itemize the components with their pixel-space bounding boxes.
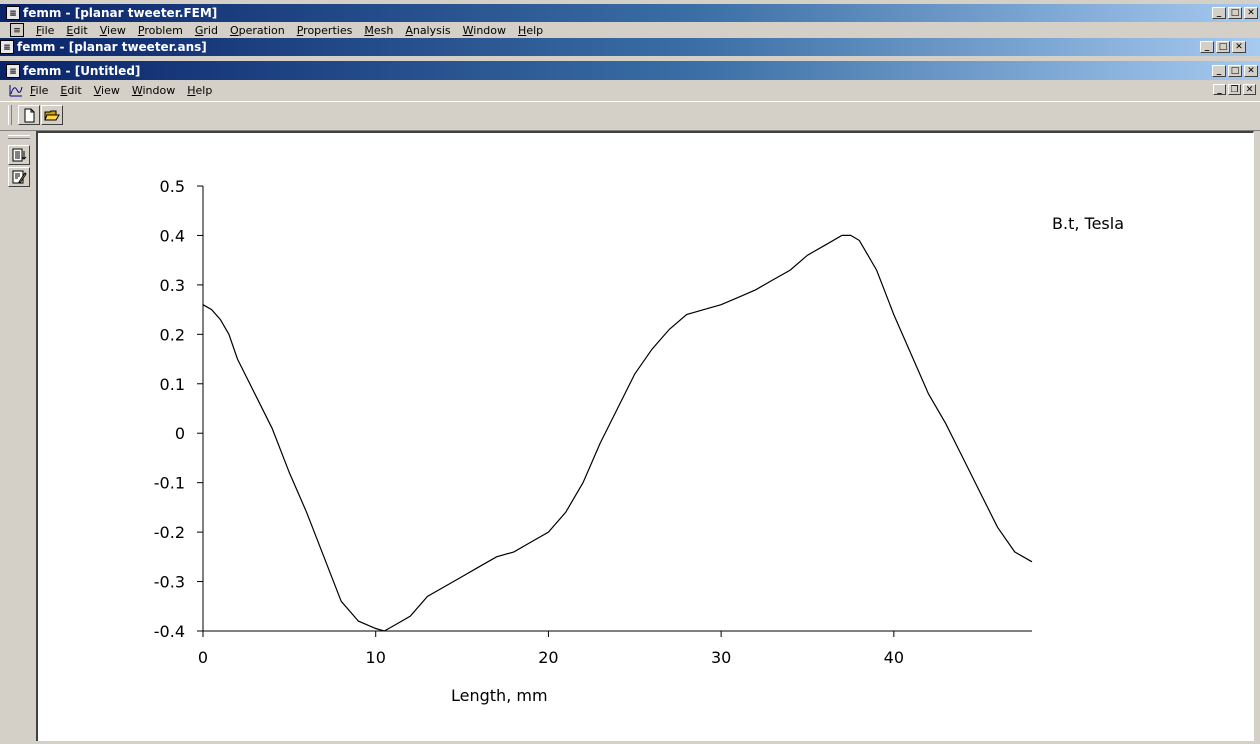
menu-file[interactable]: File	[36, 24, 54, 37]
x-tick-label: 10	[366, 648, 386, 667]
x-tick-label: 30	[711, 648, 731, 667]
menu-window[interactable]: Window	[463, 24, 506, 37]
y-tick-label: 0.4	[160, 226, 185, 245]
plot-canvas[interactable]: 0.5 0.4 0.3 0.2 0.1 0 -0.1 -0.2 -0.3 -0.4 0 10 20 30…	[36, 131, 1254, 741]
legend-label: B.t, Tesla	[1052, 214, 1124, 233]
close-icon[interactable]: ✕	[1243, 84, 1256, 95]
plot-svg: 0.5 0.4 0.3 0.2 0.1 0 -0.1 -0.2 -0.3 -0.4 0 10 20 30…	[154, 177, 1124, 705]
fem-window-titlebar[interactable]: ≡ femm - [planar tweeter.FEM] _ □ ✕	[0, 4, 1260, 22]
fem-window-title: femm - [planar tweeter.FEM]	[23, 6, 218, 20]
menu-help[interactable]: Help	[518, 24, 543, 37]
x-axis-label: Length, mm	[451, 686, 548, 705]
close-icon[interactable]: ✕	[1244, 7, 1258, 19]
toolbar-grip	[8, 105, 12, 125]
untitled-window-title: femm - [Untitled]	[23, 63, 141, 78]
menu-edit[interactable]: Edit	[60, 84, 81, 97]
maximize-icon[interactable]: □	[1216, 41, 1230, 53]
y-tick-label: -0.4	[154, 622, 185, 641]
x-ticks: 0 10 20 30 40	[198, 631, 904, 667]
menu-grid[interactable]: Grid	[195, 24, 218, 37]
y-tick-label: -0.2	[154, 523, 185, 542]
untitled-menubar: File Edit View Window Help _ ❐ ✕	[0, 80, 1260, 100]
maximize-icon[interactable]: □	[1228, 64, 1242, 77]
untitled-window-titlebar[interactable]: ≡ femm - [Untitled] _ □ ✕	[0, 61, 1260, 80]
minimize-icon[interactable]: _	[1212, 64, 1226, 77]
edit-document-icon[interactable]	[8, 167, 30, 187]
menu-analysis[interactable]: Analysis	[405, 24, 450, 37]
y-tick-label: 0.5	[160, 177, 185, 196]
y-tick-label: -0.3	[154, 573, 185, 592]
sidebar-toolbar	[0, 131, 34, 737]
y-tick-label: 0.1	[160, 375, 185, 394]
y-ticks: 0.5 0.4 0.3 0.2 0.1 0 -0.1 -0.2 -0.3 -0.4	[154, 177, 203, 641]
menu-problem[interactable]: Problem	[138, 24, 183, 37]
menu-view[interactable]: View	[94, 84, 120, 97]
menu-edit[interactable]: Edit	[66, 24, 87, 37]
close-icon[interactable]: ✕	[1244, 64, 1258, 77]
y-tick-label: 0	[175, 424, 185, 443]
y-tick-label: 0.3	[160, 276, 185, 295]
series-line	[202, 234, 1033, 632]
menu-view[interactable]: View	[100, 24, 126, 37]
menu-file[interactable]: File	[30, 84, 48, 97]
new-document-icon[interactable]	[18, 105, 40, 125]
menu-help[interactable]: Help	[187, 84, 212, 97]
menu-operation[interactable]: Operation	[230, 24, 285, 37]
ans-window-title: femm - [planar tweeter.ans]	[17, 40, 207, 54]
open-folder-icon[interactable]	[41, 105, 63, 125]
x-tick-label: 40	[884, 648, 904, 667]
y-tick-label: 0.2	[160, 325, 185, 344]
femm-app-icon: ≡	[0, 40, 14, 54]
minimize-icon[interactable]: _	[1213, 84, 1226, 95]
menu-properties[interactable]: Properties	[297, 24, 353, 37]
x-tick-label: 20	[538, 648, 558, 667]
ans-window-titlebar[interactable]: ≡ femm - [planar tweeter.ans] _ □ ✕	[0, 38, 1260, 56]
y-tick-label: -0.1	[154, 474, 185, 493]
maximize-icon[interactable]: □	[1228, 7, 1242, 19]
x-tick-label: 0	[198, 648, 208, 667]
close-icon[interactable]: ✕	[1232, 41, 1246, 53]
restore-icon[interactable]: ❐	[1228, 84, 1241, 95]
menu-mesh[interactable]: Mesh	[364, 24, 393, 37]
sidebar-grip	[8, 135, 30, 139]
minimize-icon[interactable]: _	[1212, 7, 1226, 19]
femm-app-icon: ≡	[6, 6, 20, 20]
document-list-icon[interactable]	[8, 145, 30, 165]
fem-menubar: ≡ File Edit View Problem Grid Operation …	[0, 22, 1260, 38]
plot-doc-icon	[8, 82, 24, 98]
menu-window[interactable]: Window	[132, 84, 175, 97]
toolbar	[0, 101, 1260, 131]
femm-app-icon: ≡	[6, 63, 20, 78]
minimize-icon[interactable]: _	[1200, 41, 1214, 53]
femm-doc-icon: ≡	[10, 23, 24, 37]
